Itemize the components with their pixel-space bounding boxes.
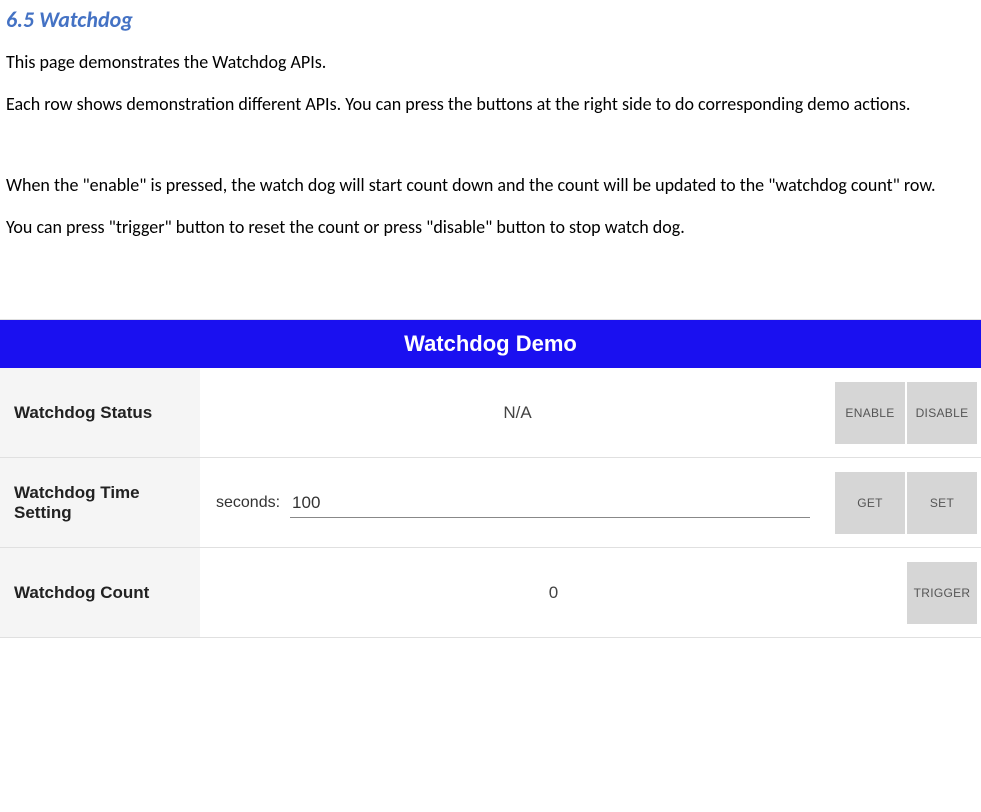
intro-paragraph-1: This page demonstrates the Watchdog APIs…	[0, 43, 981, 83]
intro-paragraph-3: When the "enable" is pressed, the watch …	[0, 166, 981, 206]
section-heading: 6.5 Watchdog	[0, 6, 981, 33]
set-button[interactable]: SET	[907, 472, 977, 534]
value-watchdog-status: N/A	[200, 403, 835, 423]
watchdog-demo-panel: Watchdog Demo Watchdog Status N/A ENABLE…	[0, 319, 981, 638]
seconds-input[interactable]	[290, 487, 810, 518]
enable-button[interactable]: ENABLE	[835, 382, 905, 444]
get-button[interactable]: GET	[835, 472, 905, 534]
seconds-label: seconds:	[216, 494, 280, 512]
intro-paragraph-2: Each row shows demonstration different A…	[0, 85, 981, 125]
label-watchdog-count: Watchdog Count	[0, 548, 200, 637]
value-watchdog-count: 0	[200, 583, 907, 603]
trigger-button[interactable]: TRIGGER	[907, 562, 977, 624]
intro-paragraph-4: You can press "trigger" button to reset …	[0, 208, 981, 248]
row-watchdog-time-setting: Watchdog Time Setting seconds: GET SET	[0, 458, 981, 548]
label-watchdog-time-setting: Watchdog Time Setting	[0, 458, 200, 547]
row-watchdog-count: Watchdog Count 0 TRIGGER	[0, 548, 981, 638]
row-watchdog-status: Watchdog Status N/A ENABLE DISABLE	[0, 368, 981, 458]
label-watchdog-status: Watchdog Status	[0, 368, 200, 457]
disable-button[interactable]: DISABLE	[907, 382, 977, 444]
demo-title: Watchdog Demo	[0, 320, 981, 368]
